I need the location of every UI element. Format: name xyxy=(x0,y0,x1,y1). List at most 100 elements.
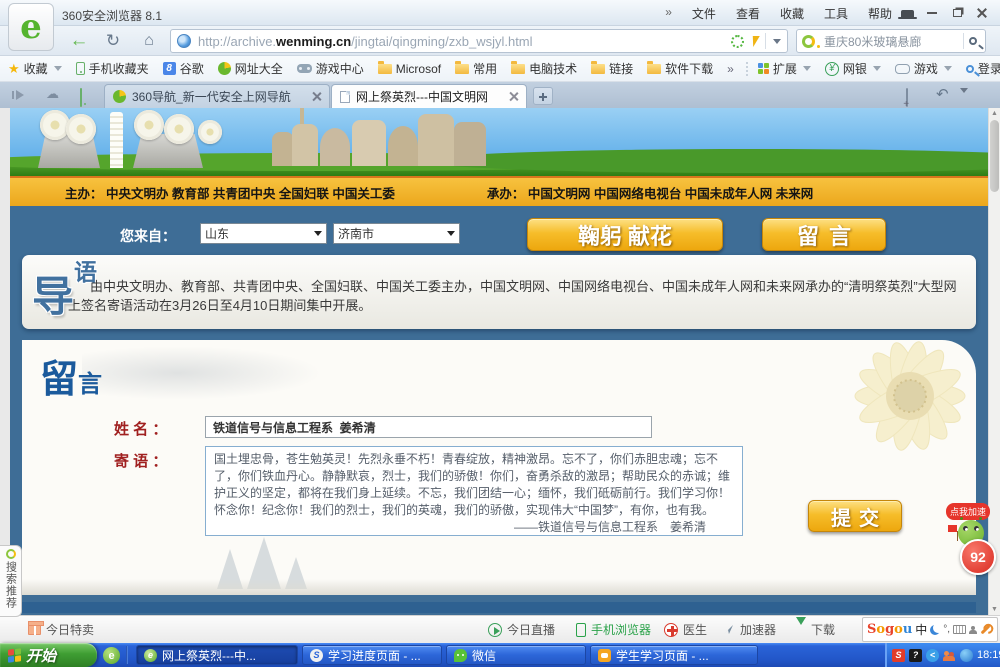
search-engine-logo-icon[interactable] xyxy=(802,35,815,48)
download-button[interactable]: 下载 xyxy=(796,621,835,638)
restore-button[interactable] xyxy=(946,4,968,22)
bookmark-game-center[interactable]: 游戏中心 xyxy=(297,60,364,77)
province-select[interactable]: 山东 xyxy=(200,223,327,244)
menu-view[interactable]: 查看 xyxy=(736,5,760,22)
bookmark-site-directory[interactable]: 网址大全 xyxy=(218,60,283,77)
menu-favorites[interactable]: 收藏 xyxy=(780,5,804,22)
bookmark-folder-links[interactable]: 链接 xyxy=(591,60,633,77)
browser-window: 360安全浏览器 8.1 » 文件 查看 收藏 工具 帮助 e ← ↻ ⌂ ht… xyxy=(0,0,1000,667)
ime-punct-toggle[interactable]: °, xyxy=(943,624,950,635)
taskbar-item-student-page[interactable]: 学生学习页面 - ... xyxy=(590,645,758,665)
speedup-mascot[interactable]: 点我加速 92 xyxy=(946,503,1000,588)
bookmark-favorites[interactable]: ★收藏 xyxy=(8,60,62,77)
visitor-from-label: 您来自： xyxy=(120,226,176,246)
back-icon[interactable]: ← xyxy=(66,29,92,53)
menu-tools[interactable]: 工具 xyxy=(824,5,848,22)
home-icon[interactable]: ⌂ xyxy=(136,29,162,53)
city-select[interactable]: 济南市 xyxy=(333,223,460,244)
scroll-up-icon[interactable]: ▲ xyxy=(991,110,998,117)
scrollbar-thumb[interactable] xyxy=(990,120,999,192)
speed-bolt-icon[interactable] xyxy=(749,36,760,47)
menu-file[interactable]: 文件 xyxy=(692,5,716,22)
menu-help[interactable]: 帮助 xyxy=(868,5,892,22)
minimize-button[interactable] xyxy=(921,4,943,22)
booster-button[interactable]: 加速器 xyxy=(722,621,776,638)
moon-icon[interactable] xyxy=(930,625,940,635)
cloud-sync-icon[interactable]: ☁ xyxy=(46,86,59,102)
taskbar-item-progress-page[interactable]: S 学习进度页面 - ... xyxy=(302,645,442,665)
bookmark-folder-microsoft[interactable]: Microsof xyxy=(378,62,441,76)
bookmarks-overflow-icon[interactable]: » xyxy=(727,62,734,76)
site-globe-icon xyxy=(177,34,191,48)
tab-close-icon[interactable] xyxy=(509,92,518,101)
bookmark-folder-downloads[interactable]: 软件下载 xyxy=(647,60,713,77)
search-engine-dot-icon xyxy=(817,45,820,48)
submit-button[interactable]: 提交 xyxy=(808,500,902,532)
mobile-browser-button[interactable]: 手机浏览器 xyxy=(576,621,651,638)
search-magnifier-icon[interactable] xyxy=(969,37,977,45)
yen-icon: ¥ xyxy=(825,62,839,76)
games-button[interactable]: 游戏 xyxy=(895,60,952,77)
start-button[interactable]: 开始 xyxy=(0,643,97,667)
tab-360-nav[interactable]: 360导航_新一代安全上网导航 xyxy=(104,84,330,108)
search-box[interactable]: 重庆80米玻璃悬廊 xyxy=(796,29,986,53)
person-icon[interactable] xyxy=(969,626,977,634)
restore-tab-icon[interactable] xyxy=(906,89,908,107)
wrench-icon[interactable] xyxy=(981,625,991,635)
ebank-button[interactable]: ¥ 网银 xyxy=(825,60,881,77)
bookmark-folder-common[interactable]: 常用 xyxy=(455,60,497,77)
sogou-tray-icon[interactable]: S xyxy=(892,649,905,662)
menu-overflow-icon[interactable]: » xyxy=(665,5,672,22)
extensions-button[interactable]: 扩展 xyxy=(758,60,811,77)
bow-flower-button[interactable]: 鞠躬 献花 xyxy=(527,218,723,251)
name-label: 姓 名 ： xyxy=(114,418,167,439)
refresh-icon[interactable]: ↻ xyxy=(100,29,126,53)
sogou-ime-bar[interactable]: Sogou 中 °, xyxy=(862,617,998,642)
page-refresh-ring-icon[interactable] xyxy=(731,35,744,48)
messenger-tray-icon[interactable] xyxy=(960,649,973,662)
daily-deals-button[interactable]: 今日特卖 xyxy=(28,621,94,638)
skin-hat-icon[interactable] xyxy=(896,4,918,22)
ime-lang-toggle[interactable]: 中 xyxy=(915,621,927,638)
close-button[interactable] xyxy=(971,4,993,22)
address-bar[interactable]: http://archive.wenming.cn/jingtai/qingmi… xyxy=(170,29,788,53)
taskbar-item-wechat[interactable]: 微信 xyxy=(446,645,586,665)
bookmark-label: 电脑技术 xyxy=(529,60,577,77)
intro-panel: 导 语 由中央文明办、教育部、共青团中央、全国妇联、中国关工委主办，中国文明网、… xyxy=(22,255,976,329)
contacts-tray-icon[interactable] xyxy=(943,649,956,662)
send-to-phone-icon[interactable] xyxy=(80,89,82,107)
button-label: 网银 xyxy=(843,60,867,77)
speedup-bubble[interactable]: 点我加速 xyxy=(946,503,990,520)
speed-score-badge[interactable]: 92 xyxy=(960,539,996,575)
new-tab-button[interactable] xyxy=(533,87,553,105)
task-label: 微信 xyxy=(472,647,496,664)
bookmark-label: 常用 xyxy=(473,60,497,77)
name-input[interactable] xyxy=(205,416,652,438)
login-manager-button[interactable]: 登录管家 xyxy=(966,60,1000,77)
tab-close-icon[interactable] xyxy=(312,92,321,101)
undo-closed-tab-icon[interactable]: ↶ xyxy=(936,85,949,103)
scroll-down-icon[interactable]: ▼ xyxy=(991,606,998,613)
leave-message-button[interactable]: 留言 xyxy=(762,218,886,251)
search-recommend-side-tab[interactable]: 搜索推荐 xyxy=(0,545,22,617)
button-label: 扩展 xyxy=(773,60,797,77)
live-today-button[interactable]: 今日直播 xyxy=(488,621,555,638)
browser-logo[interactable]: e xyxy=(8,3,54,51)
keyboard-icon[interactable] xyxy=(953,625,966,634)
address-dropdown-icon[interactable] xyxy=(773,39,781,44)
bookmark-folder-pc-tech[interactable]: 电脑技术 xyxy=(511,60,577,77)
quick-launch-360-icon[interactable]: e xyxy=(103,647,120,664)
collapse-tray-icon[interactable]: < xyxy=(926,649,939,662)
tab-memorial-active[interactable]: 网上祭英烈---中国文明网 xyxy=(331,84,527,108)
doctor-button[interactable]: 医生 xyxy=(664,621,707,638)
message-textarea[interactable]: 国土埋忠骨，苍生勉英灵！先烈永垂不朽！青春绽放，精神激昂。忘不了，你们赤胆忠魂；… xyxy=(205,446,743,536)
search-query-text[interactable]: 重庆80米玻璃悬廊 xyxy=(824,33,963,50)
url-text[interactable]: http://archive.wenming.cn/jingtai/qingmi… xyxy=(198,34,533,49)
help-tray-icon[interactable]: ? xyxy=(909,649,922,662)
message-form-panel: 留言 姓 名 ： 寄 语 ： 国土埋忠骨，苍生勉英灵！先烈永垂不朽！青春绽放，精… xyxy=(22,340,976,595)
bookmark-mobile-favorites[interactable]: 手机收藏夹 xyxy=(76,60,149,77)
sogou-letter: o xyxy=(894,622,903,637)
taskbar-item-memorial[interactable]: e 网上祭英烈---中... xyxy=(136,645,298,665)
play-circle-icon xyxy=(488,623,502,637)
bookmark-google[interactable]: 8谷歌 xyxy=(163,60,204,77)
